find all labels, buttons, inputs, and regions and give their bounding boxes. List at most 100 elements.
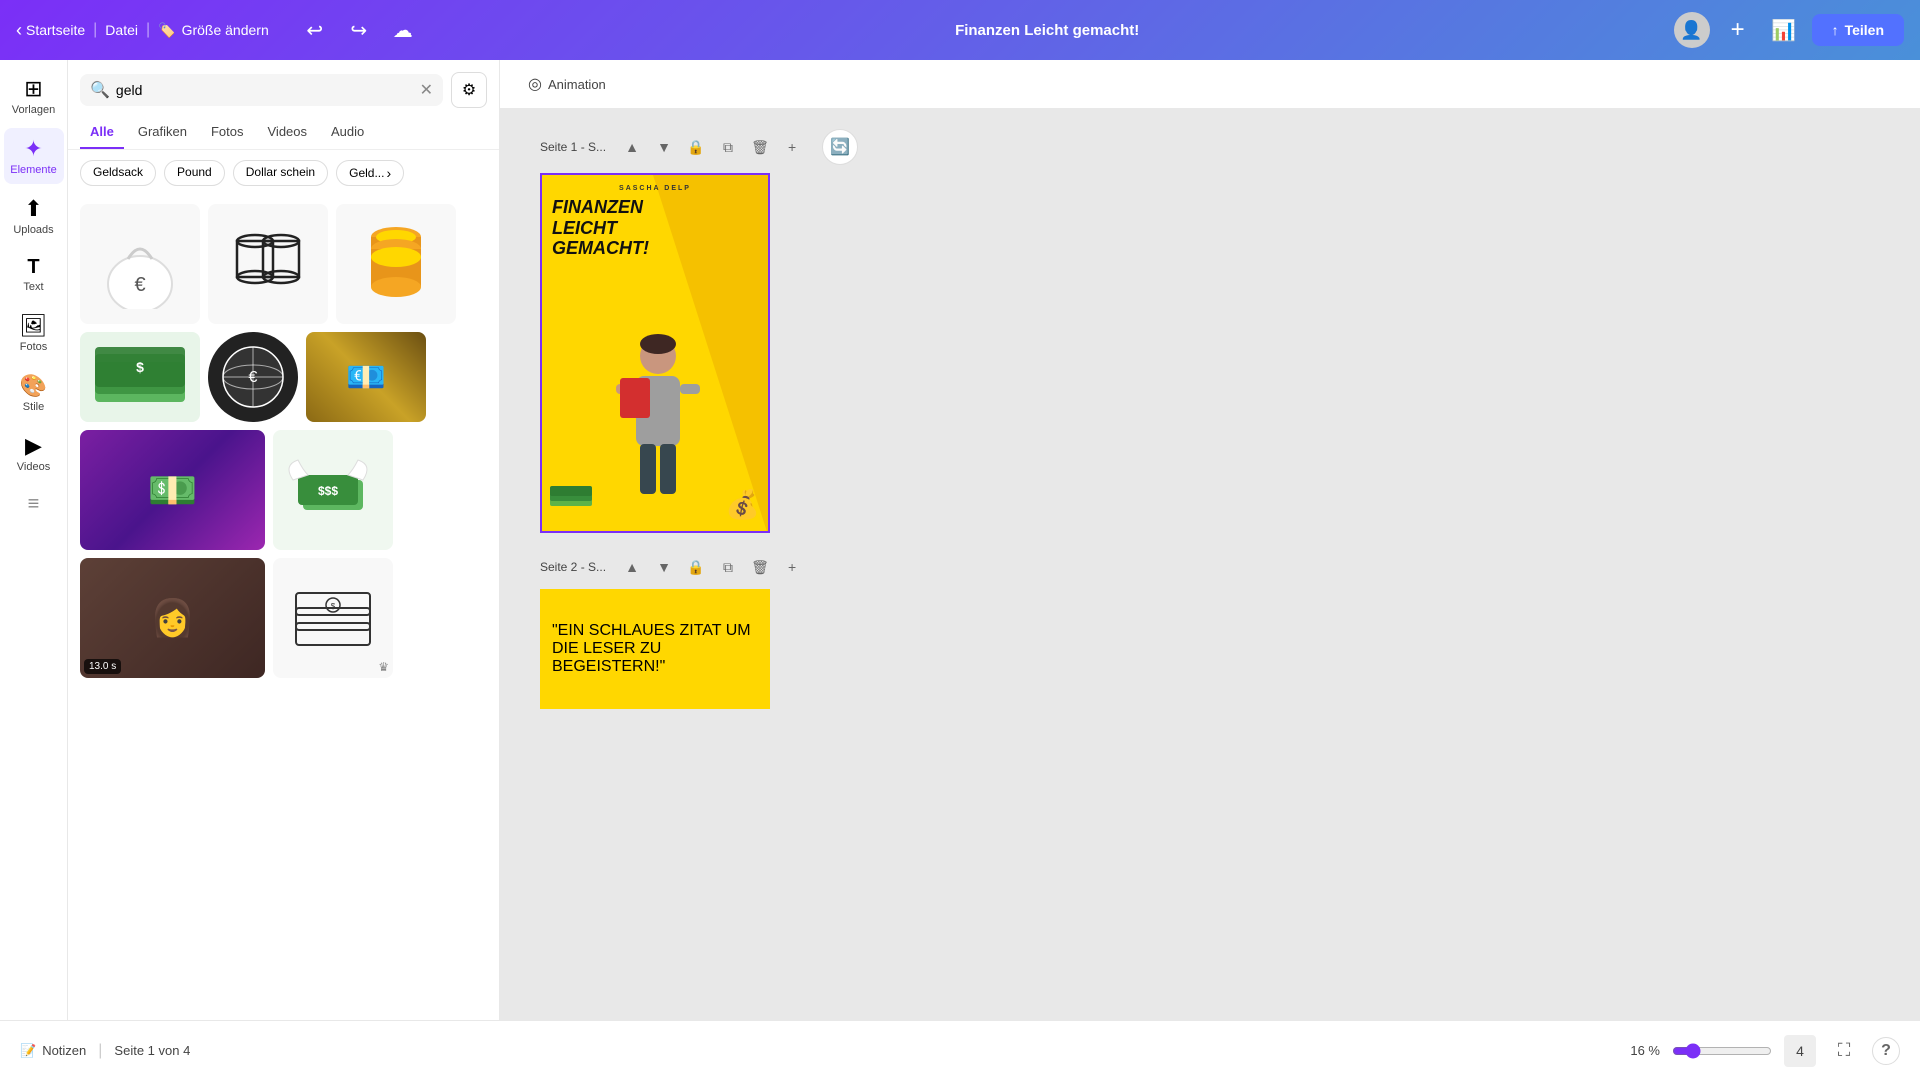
avatar[interactable]: 👤	[1674, 12, 1710, 48]
fullscreen-button[interactable]: ⛶	[1828, 1035, 1860, 1067]
page-2-controls: ▲ ▼ 🔒 ⧉ 🗑 +	[618, 553, 806, 581]
page-2-duplicate-button[interactable]: ⧉	[714, 553, 742, 581]
sidebar-item-videos[interactable]: ▶ Videos	[4, 425, 64, 481]
videos-label: Videos	[17, 461, 50, 473]
result-money-stack-bw[interactable]: $ ♛	[273, 558, 393, 678]
sidebar-item-patterns[interactable]: ≡	[4, 485, 64, 524]
page-1-up-button[interactable]: ▲	[618, 133, 646, 161]
page-2-up-button[interactable]: ▲	[618, 553, 646, 581]
page-1-delete-button[interactable]: 🗑	[746, 133, 774, 161]
money-stack-small-svg	[550, 486, 595, 511]
elemente-icon: ✦	[24, 136, 42, 162]
page-2-lock-button[interactable]: 🔒	[682, 553, 710, 581]
add-collaborator-button[interactable]: +	[1720, 12, 1756, 48]
design-page-2[interactable]: "EIN SCHLAUES ZITAT UM DIE LESER ZU BEGE…	[540, 589, 770, 709]
bottom-left: 📝 Notizen | Seite 1 von 4	[20, 1042, 190, 1060]
animation-button[interactable]: ◎ Animation	[516, 68, 618, 100]
woman-money-emoji: 👩	[150, 597, 195, 639]
grid-row-4: 👩 13.0 s $ ♛	[80, 558, 487, 678]
share-button[interactable]: ↑ Teilen	[1812, 14, 1904, 46]
sidebar-item-fotos[interactable]: 🖼 Fotos	[4, 305, 64, 361]
money-stack-bw-svg: $	[288, 578, 378, 658]
euro-photo-placeholder: 💶	[306, 332, 426, 422]
page-2-add-button[interactable]: +	[778, 553, 806, 581]
undo-button[interactable]: ↩	[297, 12, 333, 48]
search-input[interactable]	[116, 82, 414, 98]
tag-pound[interactable]: Pound	[164, 160, 225, 186]
zoom-slider[interactable]	[1672, 1043, 1772, 1059]
page-1-lock-button[interactable]: 🔒	[682, 133, 710, 161]
animation-icon: ◎	[528, 74, 542, 94]
canvas-content: Seite 1 - S... ▲ ▼ 🔒 ⧉ 🗑 + 🔄	[540, 129, 858, 1000]
result-coin-stack-gold[interactable]	[336, 204, 456, 324]
result-euro-bag[interactable]: €	[80, 204, 200, 324]
search-bar: 🔍 ✕ ⚙	[68, 60, 499, 116]
page-2-down-button[interactable]: ▼	[650, 553, 678, 581]
page-2-header: Seite 2 - S... ▲ ▼ 🔒 ⧉ 🗑 +	[540, 553, 858, 581]
cloud-save-button[interactable]: ☁	[385, 12, 421, 48]
category-tabs: Alle Grafiken Fotos Videos Audio	[68, 116, 499, 150]
page-1-duplicate-button[interactable]: ⧉	[714, 133, 742, 161]
sidebar-item-uploads[interactable]: ⬆ Uploads	[4, 188, 64, 244]
page-indicator: Seite 1 von 4	[114, 1043, 190, 1058]
zoom-level: 16 %	[1630, 1043, 1660, 1058]
filter-button[interactable]: ⚙	[451, 72, 487, 108]
resize-button[interactable]: 🏷️ Größe ändern	[158, 22, 269, 39]
notes-label: Notizen	[42, 1043, 86, 1058]
tab-alle[interactable]: Alle	[80, 116, 124, 149]
back-button[interactable]: ‹ Startseite	[16, 20, 85, 41]
search-clear-button[interactable]: ✕	[420, 80, 433, 100]
tag-geld-more[interactable]: Geld... ›	[336, 160, 404, 186]
page-1-author-text: SASCHA DELP	[542, 185, 768, 192]
result-euro-globe[interactable]: €	[208, 332, 298, 422]
help-button[interactable]: ?	[1872, 1037, 1900, 1065]
sidebar-item-vorlagen[interactable]: ⊞ Vorlagen	[4, 68, 64, 124]
svg-text:$: $	[136, 359, 144, 375]
sidebar-item-text[interactable]: T Text	[4, 248, 64, 301]
page-1-add-button[interactable]: +	[778, 133, 806, 161]
tag-chips: Geldsack Pound Dollar schein Geld... ›	[68, 150, 499, 196]
canvas-area: ◎ Animation Seite 1 - S... ▲ ▼ 🔒 ⧉ �	[500, 60, 1920, 1020]
grid-view-button[interactable]: 4	[1784, 1035, 1816, 1067]
main-layout: ⊞ Vorlagen ✦ Elemente ⬆ Uploads T Text 🖼…	[0, 60, 1920, 1020]
result-flying-money[interactable]: $$$	[273, 430, 393, 550]
tag-geldsack[interactable]: Geldsack	[80, 160, 156, 186]
topbar-actions: ↩ ↪ ☁	[297, 12, 421, 48]
tab-fotos[interactable]: Fotos	[201, 116, 254, 149]
notes-button[interactable]: 📝 Notizen	[20, 1043, 86, 1059]
euro-notes-emoji: 💶	[346, 358, 386, 396]
sidebar-item-stile[interactable]: 🎨 Stile	[4, 365, 64, 421]
page-1-down-button[interactable]: ▼	[650, 133, 678, 161]
tab-audio[interactable]: Audio	[321, 116, 374, 149]
file-menu[interactable]: Datei	[105, 22, 138, 38]
analytics-button[interactable]: 📊	[1766, 12, 1802, 48]
page-1-label: Seite 1 - S...	[540, 140, 606, 154]
animation-label: Animation	[548, 77, 606, 92]
design-page-1[interactable]: SASCHA DELP FINANZEN LEICHT GEMACHT!	[540, 173, 770, 533]
tag-dollar-schein[interactable]: Dollar schein	[233, 160, 328, 186]
result-purple-notes[interactable]: 💵	[80, 430, 265, 550]
video-duration-badge: 13.0 s	[84, 659, 121, 674]
result-green-cash[interactable]: $	[80, 332, 200, 422]
notes-icon: 📝	[20, 1043, 36, 1059]
document-title: Finanzen Leicht gemacht!	[955, 22, 1139, 39]
result-woman-money[interactable]: 👩 13.0 s	[80, 558, 265, 678]
result-coin-stack-bw[interactable]	[208, 204, 328, 324]
page-1-refresh-button[interactable]: 🔄	[822, 129, 858, 165]
tab-videos[interactable]: Videos	[258, 116, 318, 149]
topbar-center: Finanzen Leicht gemacht!	[433, 22, 1662, 39]
sidebar-icons: ⊞ Vorlagen ✦ Elemente ⬆ Uploads T Text 🖼…	[0, 60, 68, 1020]
search-icon: 🔍	[90, 80, 110, 100]
canvas-scroll[interactable]: Seite 1 - S... ▲ ▼ 🔒 ⧉ 🗑 + 🔄	[500, 109, 1920, 1020]
sidebar-item-elemente[interactable]: ✦ Elemente	[4, 128, 64, 184]
green-cash-svg: $	[90, 342, 190, 412]
page-2-container: Seite 2 - S... ▲ ▼ 🔒 ⧉ 🗑 + "EIN SCHLAUES…	[540, 553, 858, 709]
tab-grafiken[interactable]: Grafiken	[128, 116, 197, 149]
title-line1: FINANZEN	[552, 197, 649, 218]
page-2-delete-button[interactable]: 🗑	[746, 553, 774, 581]
svg-text:€: €	[249, 369, 258, 386]
result-euro-photo[interactable]: 💶	[306, 332, 426, 422]
elemente-label: Elemente	[10, 164, 56, 176]
redo-button[interactable]: ↪	[341, 12, 377, 48]
euro-globe-svg: €	[218, 342, 288, 412]
